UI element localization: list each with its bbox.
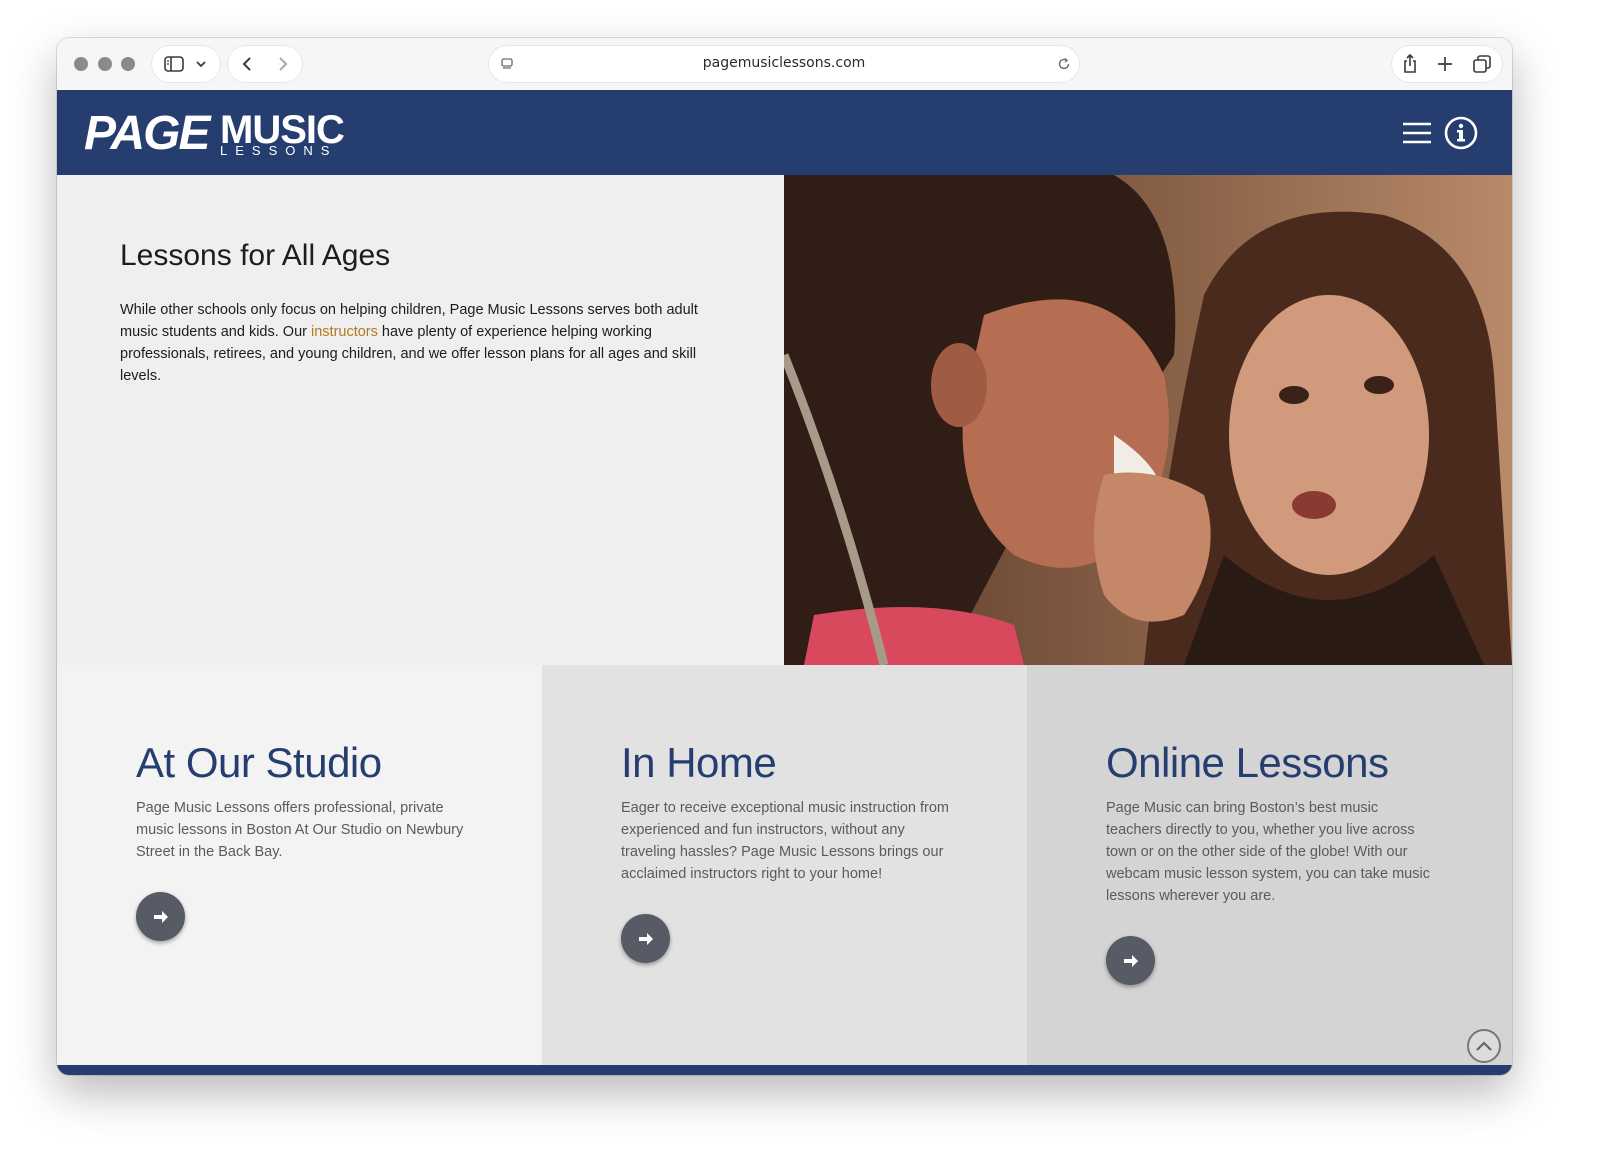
address-bar[interactable]: pagemusiclessons.com — [489, 46, 1079, 82]
logo-word-lessons: LESSONS — [220, 143, 338, 158]
in-home-arrow-button[interactable] — [621, 914, 670, 963]
forward-icon[interactable] — [265, 46, 301, 82]
hero-text-panel: Lessons for All Ages While other schools… — [57, 175, 784, 665]
zoom-window-button[interactable] — [121, 57, 135, 71]
hero-photo — [784, 175, 1512, 665]
arrow-right-icon — [1123, 954, 1138, 967]
card-title: In Home — [621, 739, 777, 786]
browser-toolbar: pagemusiclessons.com — [57, 38, 1512, 90]
minimize-window-button[interactable] — [98, 57, 112, 71]
online-arrow-button[interactable] — [1106, 936, 1155, 985]
card-text: Eager to receive exceptional music instr… — [621, 800, 950, 882]
chevron-down-icon[interactable] — [184, 46, 218, 82]
footer-bar — [57, 1065, 1512, 1075]
card-title: Online Lessons — [1106, 739, 1389, 786]
tabs-icon[interactable] — [1464, 46, 1500, 82]
reload-icon[interactable] — [1046, 46, 1082, 82]
arrow-right-icon — [638, 932, 653, 945]
hero-body: While other schools only focus on helpin… — [120, 299, 710, 387]
card-in-home: In Home Eager to receive exceptional mus… — [542, 665, 1027, 1065]
back-icon[interactable] — [229, 46, 265, 82]
close-window-button[interactable] — [74, 57, 88, 71]
chevron-up-icon — [1476, 1041, 1492, 1051]
hero-title: Lessons for All Ages — [120, 239, 391, 272]
url-text: pagemusiclessons.com — [702, 55, 866, 71]
browser-window: pagemusiclessons.com PAGE MUSIC LESSONS — [57, 38, 1512, 1075]
menu-icon[interactable] — [1398, 114, 1436, 152]
card-online-lessons: Online Lessons Page Music can bring Bost… — [1027, 665, 1512, 1065]
card-text: Page Music can bring Boston’s best music… — [1106, 800, 1430, 904]
site-logo[interactable]: PAGE MUSIC LESSONS — [84, 107, 345, 160]
card-title: At Our Studio — [136, 739, 382, 786]
info-icon[interactable] — [1442, 114, 1480, 152]
logo-word-page: PAGE — [84, 107, 210, 160]
share-icon[interactable] — [1392, 46, 1428, 82]
arrow-right-icon — [153, 910, 168, 923]
plus-icon[interactable] — [1427, 46, 1463, 82]
scroll-to-top-button[interactable] — [1467, 1029, 1501, 1063]
card-at-our-studio: At Our Studio Page Music Lessons offers … — [57, 665, 542, 1065]
studio-arrow-button[interactable] — [136, 892, 185, 941]
instructors-link[interactable]: instructors — [311, 324, 378, 340]
site-header: PAGE MUSIC LESSONS — [57, 90, 1512, 175]
card-text: Page Music Lessons offers professional, … — [136, 800, 464, 860]
